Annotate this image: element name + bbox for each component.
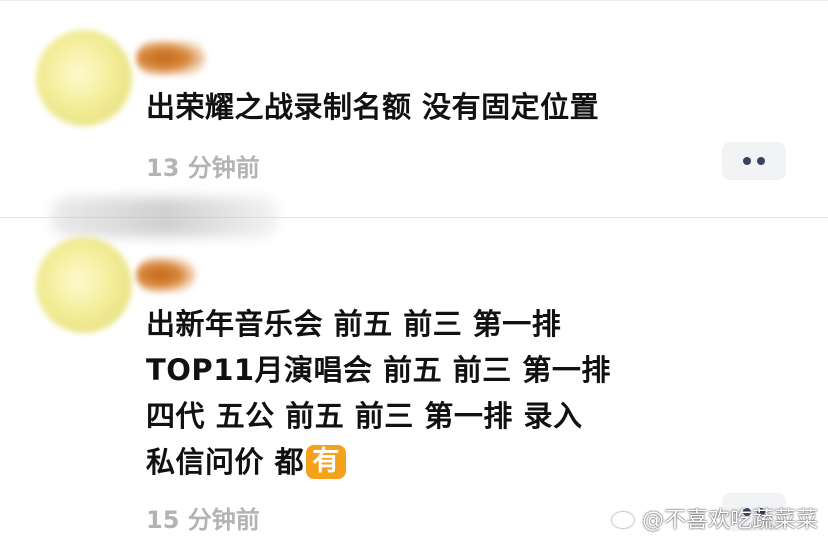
username-blurred[interactable]	[136, 40, 206, 76]
avatar[interactable]	[36, 30, 132, 126]
comment-line: 四代 五公 前五 前三 第一排 录入	[146, 399, 583, 433]
comment-line-last: 私信问价 都有	[146, 439, 611, 485]
comment-item: 出新年音乐会 前五 前三 第一排 TOP11月演唱会 前五 前三 第一排 四代 …	[0, 197, 828, 540]
comment-line: 出荣耀之战录制名额 没有固定位置	[146, 90, 600, 124]
dot-icon	[743, 157, 751, 165]
comment-text: 出新年音乐会 前五 前三 第一排 TOP11月演唱会 前五 前三 第一排 四代 …	[146, 301, 611, 485]
comment-line-text: 私信问价 都	[146, 445, 305, 479]
watermark: @不喜欢吃蔬菜菜	[611, 502, 818, 534]
blurred-region	[50, 197, 280, 237]
more-options-button[interactable]	[722, 142, 786, 180]
comment-line: 出新年音乐会 前五 前三 第一排	[146, 307, 562, 341]
comment-timestamp: 15 分钟前	[146, 506, 260, 534]
comment-item: 出荣耀之战录制名额 没有固定位置 13 分钟前	[0, 0, 828, 218]
avatar[interactable]	[36, 237, 132, 333]
comment-text: 出荣耀之战录制名额 没有固定位置	[146, 84, 599, 130]
username-blurred[interactable]	[136, 257, 196, 293]
dot-icon	[757, 157, 765, 165]
comment-timestamp: 13 分钟前	[146, 154, 260, 182]
you-emoji-badge: 有	[306, 445, 347, 479]
watermark-text: @不喜欢吃蔬菜菜	[641, 508, 818, 533]
comment-line: TOP11月演唱会 前五 前三 第一排	[146, 353, 611, 387]
weibo-icon	[611, 507, 638, 529]
